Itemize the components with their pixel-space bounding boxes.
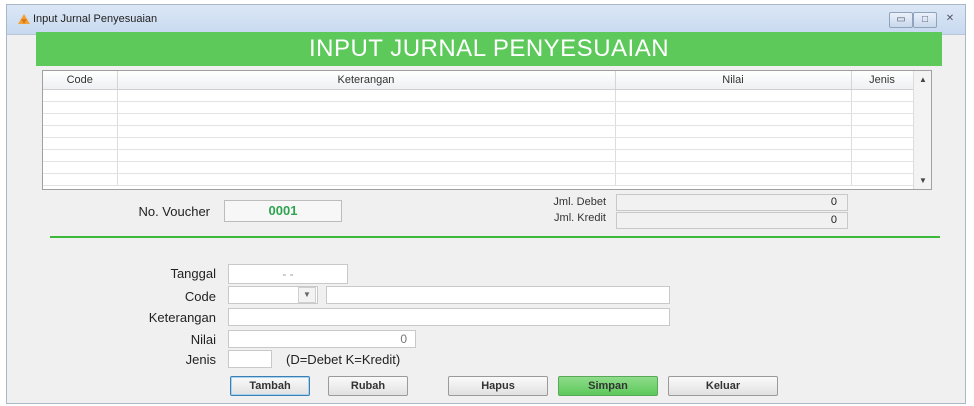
cell[interactable]: [851, 137, 914, 150]
debet-total-label: Jml. Debet: [553, 196, 606, 208]
keterangan-label: Keterangan: [148, 310, 216, 325]
minimize-button[interactable]: ▭: [889, 12, 913, 28]
table-row[interactable]: [43, 125, 914, 138]
keterangan-field[interactable]: [228, 308, 670, 326]
tanggal-field[interactable]: - -: [228, 264, 348, 284]
debet-total-field: 0: [616, 194, 848, 211]
cell[interactable]: [43, 137, 118, 150]
cell[interactable]: [851, 113, 914, 126]
table-row[interactable]: [43, 89, 914, 102]
nilai-field[interactable]: 0: [228, 330, 416, 348]
tanggal-label: Tanggal: [170, 266, 216, 281]
cell[interactable]: [615, 149, 852, 162]
journal-grid[interactable]: Code Keterangan Nilai Jenis ▲ ▼: [42, 70, 932, 190]
jenis-field[interactable]: [228, 350, 272, 368]
cell[interactable]: [117, 89, 616, 102]
minimize-icon: ▭: [896, 14, 906, 25]
cell[interactable]: [851, 89, 914, 102]
cell[interactable]: [43, 125, 118, 138]
maximize-icon: □: [921, 14, 929, 25]
table-row[interactable]: [43, 173, 914, 186]
cell[interactable]: [43, 161, 118, 174]
cell[interactable]: [851, 101, 914, 114]
table-row[interactable]: [43, 113, 914, 126]
cell[interactable]: [615, 101, 852, 114]
tambah-button[interactable]: Tambah: [230, 376, 310, 396]
cell[interactable]: [851, 125, 914, 138]
scroll-down-icon[interactable]: ▼: [914, 176, 932, 185]
hapus-button[interactable]: Hapus: [448, 376, 548, 396]
keluar-button[interactable]: Keluar: [668, 376, 778, 396]
chevron-down-icon[interactable]: ▼: [298, 287, 316, 303]
cell[interactable]: [43, 149, 118, 162]
cell[interactable]: [851, 161, 914, 174]
jenis-label: Jenis: [185, 352, 216, 367]
column-header-nilai[interactable]: Nilai: [615, 71, 852, 90]
maximize-button[interactable]: □: [913, 12, 937, 28]
window-title: Input Jurnal Penyesuaian: [33, 13, 158, 25]
voucher-field[interactable]: 0001: [224, 200, 342, 222]
cell[interactable]: [117, 125, 616, 138]
cell[interactable]: [43, 101, 118, 114]
title-bar: Input Jurnal Penyesuaian ▭ □ ✕: [7, 5, 965, 35]
column-header-jenis[interactable]: Jenis: [851, 71, 914, 90]
kredit-total-label: Jml. Kredit: [554, 212, 606, 224]
cell[interactable]: [43, 173, 118, 186]
cell[interactable]: [117, 101, 616, 114]
app-icon: [18, 14, 30, 24]
section-divider: [50, 236, 940, 238]
cell[interactable]: [615, 173, 852, 186]
cell[interactable]: [117, 173, 616, 186]
cell[interactable]: [43, 89, 118, 102]
cell[interactable]: [615, 161, 852, 174]
table-row[interactable]: [43, 149, 914, 162]
journal-table: Code Keterangan Nilai Jenis: [43, 71, 914, 186]
code-label: Code: [184, 289, 216, 304]
cell[interactable]: [851, 173, 914, 186]
rubah-button[interactable]: Rubah: [328, 376, 408, 396]
cell[interactable]: [43, 113, 118, 126]
voucher-label: No. Voucher: [138, 204, 210, 219]
column-header-keterangan[interactable]: Keterangan: [117, 71, 616, 90]
close-button[interactable]: ✕: [939, 12, 961, 28]
simpan-button[interactable]: Simpan: [558, 376, 658, 396]
code-description-field[interactable]: [326, 286, 670, 304]
column-header-code[interactable]: Code: [43, 71, 118, 90]
close-icon: ✕: [945, 13, 955, 24]
cell[interactable]: [117, 149, 616, 162]
jenis-hint: (D=Debet K=Kredit): [286, 352, 401, 367]
cell[interactable]: [117, 113, 616, 126]
table-row[interactable]: [43, 101, 914, 114]
cell[interactable]: [615, 113, 852, 126]
cell[interactable]: [615, 125, 852, 138]
kredit-total-field: 0: [616, 212, 848, 229]
scroll-up-icon[interactable]: ▲: [914, 75, 932, 84]
cell[interactable]: [851, 149, 914, 162]
cell[interactable]: [615, 137, 852, 150]
cell[interactable]: [117, 161, 616, 174]
grid-scrollbar[interactable]: ▲ ▼: [913, 71, 931, 189]
nilai-label: Nilai: [190, 332, 216, 347]
table-row[interactable]: [43, 137, 914, 150]
table-row[interactable]: [43, 161, 914, 174]
cell[interactable]: [117, 137, 616, 150]
cell[interactable]: [615, 89, 852, 102]
page-title: INPUT JURNAL PENYESUAIAN: [36, 32, 942, 66]
